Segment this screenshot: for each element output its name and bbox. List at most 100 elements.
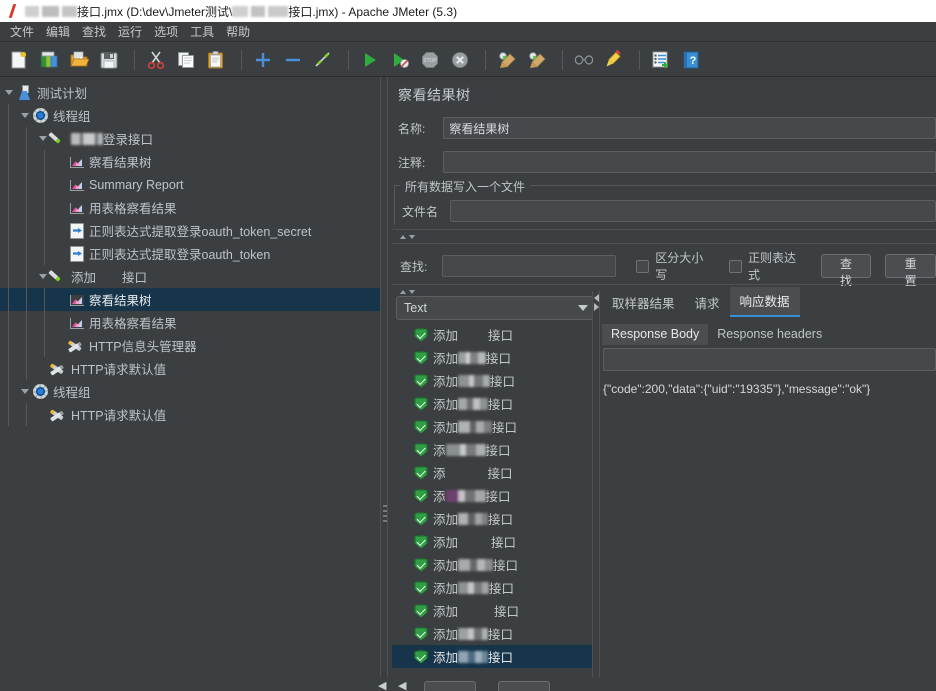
list-item[interactable]: 添加 接口 — [392, 323, 592, 346]
find-button[interactable]: 查找 — [820, 254, 872, 288]
list-item[interactable]: 添加 接口 — [392, 553, 592, 576]
list-item[interactable]: 添加 接口 — [392, 645, 592, 668]
list-item[interactable]: 添 接口 — [392, 461, 592, 484]
templates-icon[interactable] — [36, 47, 62, 73]
name-input[interactable] — [443, 117, 936, 139]
tab-request[interactable]: 请求 — [685, 289, 730, 317]
search-icon[interactable] — [571, 47, 597, 73]
help-icon[interactable]: ? — [678, 47, 704, 73]
subtab-response-body[interactable]: Response Body — [602, 324, 709, 345]
expander-toggle-icon[interactable] — [36, 127, 50, 150]
menu-help[interactable]: 帮助 — [220, 21, 256, 42]
menu-edit[interactable]: 编辑 — [40, 21, 76, 42]
expander-toggle-icon[interactable] — [18, 380, 32, 403]
expander-toggle-icon[interactable] — [18, 104, 32, 127]
start-icon[interactable] — [357, 47, 383, 73]
subtab-response-headers[interactable]: Response headers — [708, 324, 831, 345]
tree-node-thread-group-1[interactable]: 线程组 — [0, 104, 380, 127]
tree-node-login-sampler[interactable]: 登录接口 — [0, 127, 380, 150]
tree-node-view-results-tree-2[interactable]: 察看结果树 — [0, 288, 380, 311]
redacted-text — [458, 329, 488, 341]
tree-node-http-header-manager[interactable]: HTTP信息头管理器 — [0, 334, 380, 357]
reset-search-icon[interactable] — [601, 47, 627, 73]
paste-icon[interactable] — [203, 47, 229, 73]
list-item[interactable]: 添加 接口 — [392, 622, 592, 645]
list-item[interactable]: 添加 接口 — [392, 507, 592, 530]
tree-node-view-results-table-1[interactable]: 用表格察看结果 — [0, 196, 380, 219]
tree-node-regex-token[interactable]: 正则表达式提取登录oauth_token — [0, 242, 380, 265]
search-input[interactable] — [441, 255, 617, 277]
case-sensitive-checkbox[interactable] — [636, 259, 650, 273]
collapse-strip-top[interactable] — [394, 232, 494, 241]
collapse-down-icon[interactable] — [409, 289, 415, 294]
tab-response-data[interactable]: 响应数据 — [729, 287, 800, 317]
list-item[interactable]: 添 接口 — [392, 438, 592, 461]
tree-node-http-defaults-2[interactable]: HTTP请求默认值 — [0, 403, 380, 426]
filename-input[interactable] — [449, 200, 936, 222]
scroll-left-icon-2[interactable]: ◀ — [398, 679, 406, 691]
collapse-up-icon[interactable] — [400, 234, 406, 239]
copy-icon[interactable] — [173, 47, 199, 73]
collapse-up-icon[interactable] — [400, 289, 406, 294]
menu-run[interactable]: 运行 — [112, 21, 148, 42]
toggle-icon[interactable] — [310, 47, 336, 73]
collapse-strip-bottom[interactable] — [394, 287, 494, 296]
test-plan-tree-panel[interactable]: 测试计划 线程组 登录接口 察看结果树 Summary Report 用表格察看… — [0, 77, 380, 691]
tab-sampler-result[interactable]: 取样器结果 — [602, 289, 685, 317]
response-find-input[interactable] — [603, 348, 936, 371]
list-item[interactable]: 添加 接口 — [392, 346, 592, 369]
renderer-combo-value: Text — [404, 301, 427, 315]
tree-node-summary-report[interactable]: Summary Report — [0, 173, 380, 196]
bottom-button-1[interactable] — [424, 681, 476, 691]
response-subtabs[interactable]: Response Body Response headers — [602, 321, 831, 345]
list-item[interactable]: 添加 接口 — [392, 530, 592, 553]
main-splitter[interactable] — [380, 77, 388, 691]
regex-checkbox[interactable] — [728, 259, 742, 273]
tree-node-view-results-table-2[interactable]: 用表格察看结果 — [0, 311, 380, 334]
save-icon[interactable] — [96, 47, 122, 73]
start-no-pause-icon[interactable] — [387, 47, 413, 73]
open-icon[interactable] — [66, 47, 92, 73]
renderer-combo[interactable]: Text — [396, 296, 596, 320]
collapse-down-icon[interactable] — [409, 234, 415, 239]
tree-node-test-plan[interactable]: 测试计划 — [0, 81, 380, 104]
tree-node-thread-group-2[interactable]: 线程组 — [0, 380, 380, 403]
collapse-all-icon[interactable] — [280, 47, 306, 73]
menu-file[interactable]: 文件 — [4, 21, 40, 42]
results-detail-splitter[interactable] — [592, 291, 600, 691]
list-item[interactable]: 添加 接口 — [392, 392, 592, 415]
list-item[interactable]: 添加 接口 — [392, 599, 592, 622]
scroll-left-icon[interactable]: ◀ — [378, 679, 386, 691]
result-detail-tabs[interactable]: 取样器结果 请求 响应数据 — [602, 287, 800, 317]
function-helper-icon[interactable] — [648, 47, 674, 73]
menu-search[interactable]: 查找 — [76, 21, 112, 42]
expand-all-icon[interactable] — [250, 47, 276, 73]
tree-node-http-defaults-1[interactable]: HTTP请求默认值 — [0, 357, 380, 380]
collapse-right-icon[interactable] — [594, 303, 599, 311]
cut-icon[interactable] — [143, 47, 169, 73]
comment-input[interactable] — [443, 151, 936, 173]
expander-toggle-icon[interactable] — [2, 81, 16, 104]
splitter-collapse-controls[interactable] — [593, 293, 601, 312]
new-icon[interactable] — [6, 47, 32, 73]
collapse-left-icon[interactable] — [594, 294, 599, 302]
list-item[interactable]: 添加 接口 — [392, 576, 592, 599]
sample-results-list[interactable]: 添加 接口 添加 接口 添加 接口 添加 接口 添加 接口 添接口 添接口 添接口 添加接… — [392, 323, 592, 691]
reset-button[interactable]: 重置 — [885, 254, 936, 288]
tree-node-regex-token-secret[interactable]: 正则表达式提取登录oauth_token_secret — [0, 219, 380, 242]
list-item[interactable]: 添 接口 — [392, 484, 592, 507]
menu-tools[interactable]: 工具 — [184, 21, 220, 42]
splitter-grip[interactable] — [383, 505, 387, 523]
list-item[interactable]: 添加 接口 — [392, 415, 592, 438]
clear-all-icon[interactable] — [524, 47, 550, 73]
stop-icon[interactable]: STOP — [417, 47, 443, 73]
test-plan-tree[interactable]: 测试计划 线程组 登录接口 察看结果树 Summary Report 用表格察看… — [0, 77, 380, 426]
menu-options[interactable]: 选项 — [148, 21, 184, 42]
clear-icon[interactable] — [494, 47, 520, 73]
tree-node-add-sampler[interactable]: 添加 接口 — [0, 265, 380, 288]
expander-toggle-icon[interactable] — [36, 265, 50, 288]
tree-node-view-results-tree-1[interactable]: 察看结果树 — [0, 150, 380, 173]
list-item[interactable]: 添加 接口 — [392, 369, 592, 392]
shutdown-icon[interactable] — [447, 47, 473, 73]
bottom-button-2[interactable] — [498, 681, 550, 691]
